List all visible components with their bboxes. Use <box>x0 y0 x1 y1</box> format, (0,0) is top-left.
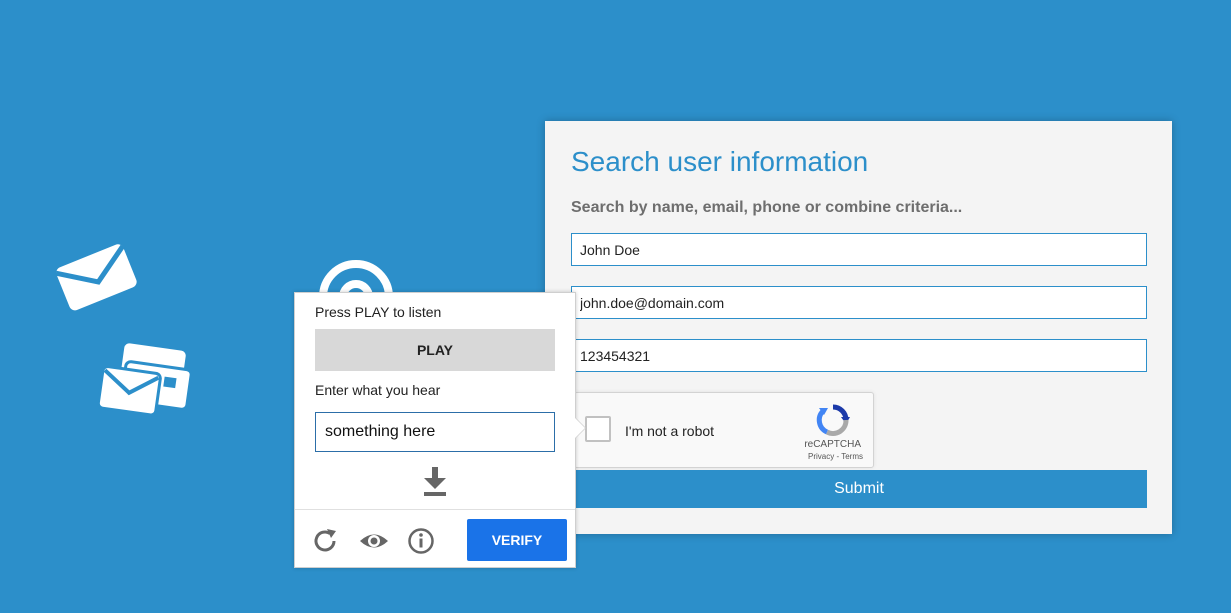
page-title: Search user information <box>571 146 869 177</box>
popup-arrow-inner <box>575 418 585 438</box>
play-button[interactable]: PLAY <box>315 329 555 371</box>
download-icon[interactable] <box>423 467 447 502</box>
envelope-icon <box>52 236 142 316</box>
submit-button[interactable]: Submit <box>571 470 1147 508</box>
audio-challenge-popup: Press PLAY to listen PLAY Enter what you… <box>294 292 586 568</box>
recaptcha-checkbox[interactable] <box>585 416 611 442</box>
page: Search user information Search by name, … <box>0 0 1231 613</box>
name-input[interactable] <box>571 233 1147 266</box>
search-subtitle: Search by name, email, phone or combine … <box>571 199 963 216</box>
recaptcha-logo-icon <box>815 403 851 442</box>
audio-response-input[interactable] <box>315 412 555 452</box>
envelopes-stack-icon <box>98 338 194 422</box>
audio-divider <box>295 509 575 510</box>
search-card: Search user information Search by name, … <box>545 121 1172 534</box>
recaptcha-widget: I'm not a robot reCAPTCHA Privacy - Term… <box>574 392 874 468</box>
phone-input[interactable] <box>571 339 1147 372</box>
recaptcha-privacy-terms[interactable]: Privacy - Terms <box>808 452 863 461</box>
audio-instruction: Press PLAY to listen <box>315 304 442 320</box>
recaptcha-label: I'm not a robot <box>625 423 715 439</box>
verify-button[interactable]: VERIFY <box>467 519 567 561</box>
audio-response-label: Enter what you hear <box>315 382 441 398</box>
email-input[interactable] <box>571 286 1147 319</box>
info-icon[interactable] <box>407 527 435 555</box>
recaptcha-brand: reCAPTCHA <box>804 439 861 450</box>
reload-icon[interactable] <box>311 527 339 555</box>
eye-icon[interactable] <box>359 527 388 555</box>
